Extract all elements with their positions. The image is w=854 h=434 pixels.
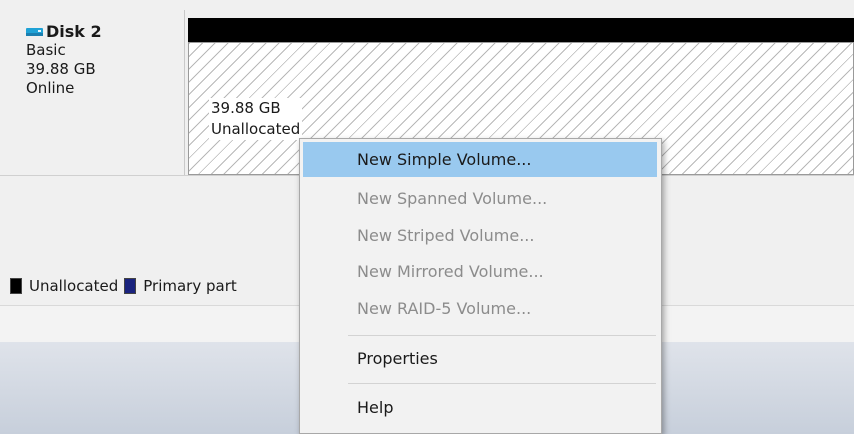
disk-size: 39.88 GB bbox=[26, 60, 96, 78]
legend-label-primary: Primary part bbox=[143, 277, 237, 295]
legend: Unallocated Primary part bbox=[10, 275, 243, 297]
disk-name-row: Disk 2 bbox=[26, 22, 184, 41]
menu-item-new-raid5-volume[interactable]: New RAID-5 Volume... bbox=[303, 291, 657, 326]
disk-info-panel[interactable]: Disk 2 Basic 39.88 GB Online bbox=[10, 10, 185, 175]
menu-item-new-striped-volume[interactable]: New Striped Volume... bbox=[303, 218, 657, 253]
volume-header-bar bbox=[188, 18, 854, 42]
disk-status: Online bbox=[26, 79, 75, 97]
volume-state: Unallocated bbox=[211, 120, 301, 138]
menu-separator bbox=[348, 383, 656, 384]
menu-separator bbox=[348, 335, 656, 336]
volume-size: 39.88 GB bbox=[211, 99, 281, 117]
legend-item-primary: Primary part bbox=[124, 277, 237, 295]
menu-item-new-spanned-volume[interactable]: New Spanned Volume... bbox=[303, 181, 657, 216]
legend-item-unallocated: Unallocated bbox=[10, 277, 118, 295]
context-menu: New Simple Volume... New Spanned Volume.… bbox=[299, 138, 662, 434]
menu-item-new-mirrored-volume[interactable]: New Mirrored Volume... bbox=[303, 254, 657, 289]
disk-type: Basic bbox=[26, 41, 66, 59]
menu-item-help[interactable]: Help bbox=[303, 390, 657, 425]
volume-label: 39.88 GB Unallocated bbox=[209, 98, 303, 140]
legend-label-unallocated: Unallocated bbox=[29, 277, 119, 295]
legend-swatch-primary bbox=[124, 278, 137, 294]
disk-name: Disk 2 bbox=[46, 22, 102, 41]
disk-drive-icon bbox=[26, 27, 43, 36]
legend-swatch-unallocated bbox=[10, 278, 22, 294]
menu-item-new-simple-volume[interactable]: New Simple Volume... bbox=[303, 142, 657, 177]
menu-item-properties[interactable]: Properties bbox=[303, 341, 657, 376]
